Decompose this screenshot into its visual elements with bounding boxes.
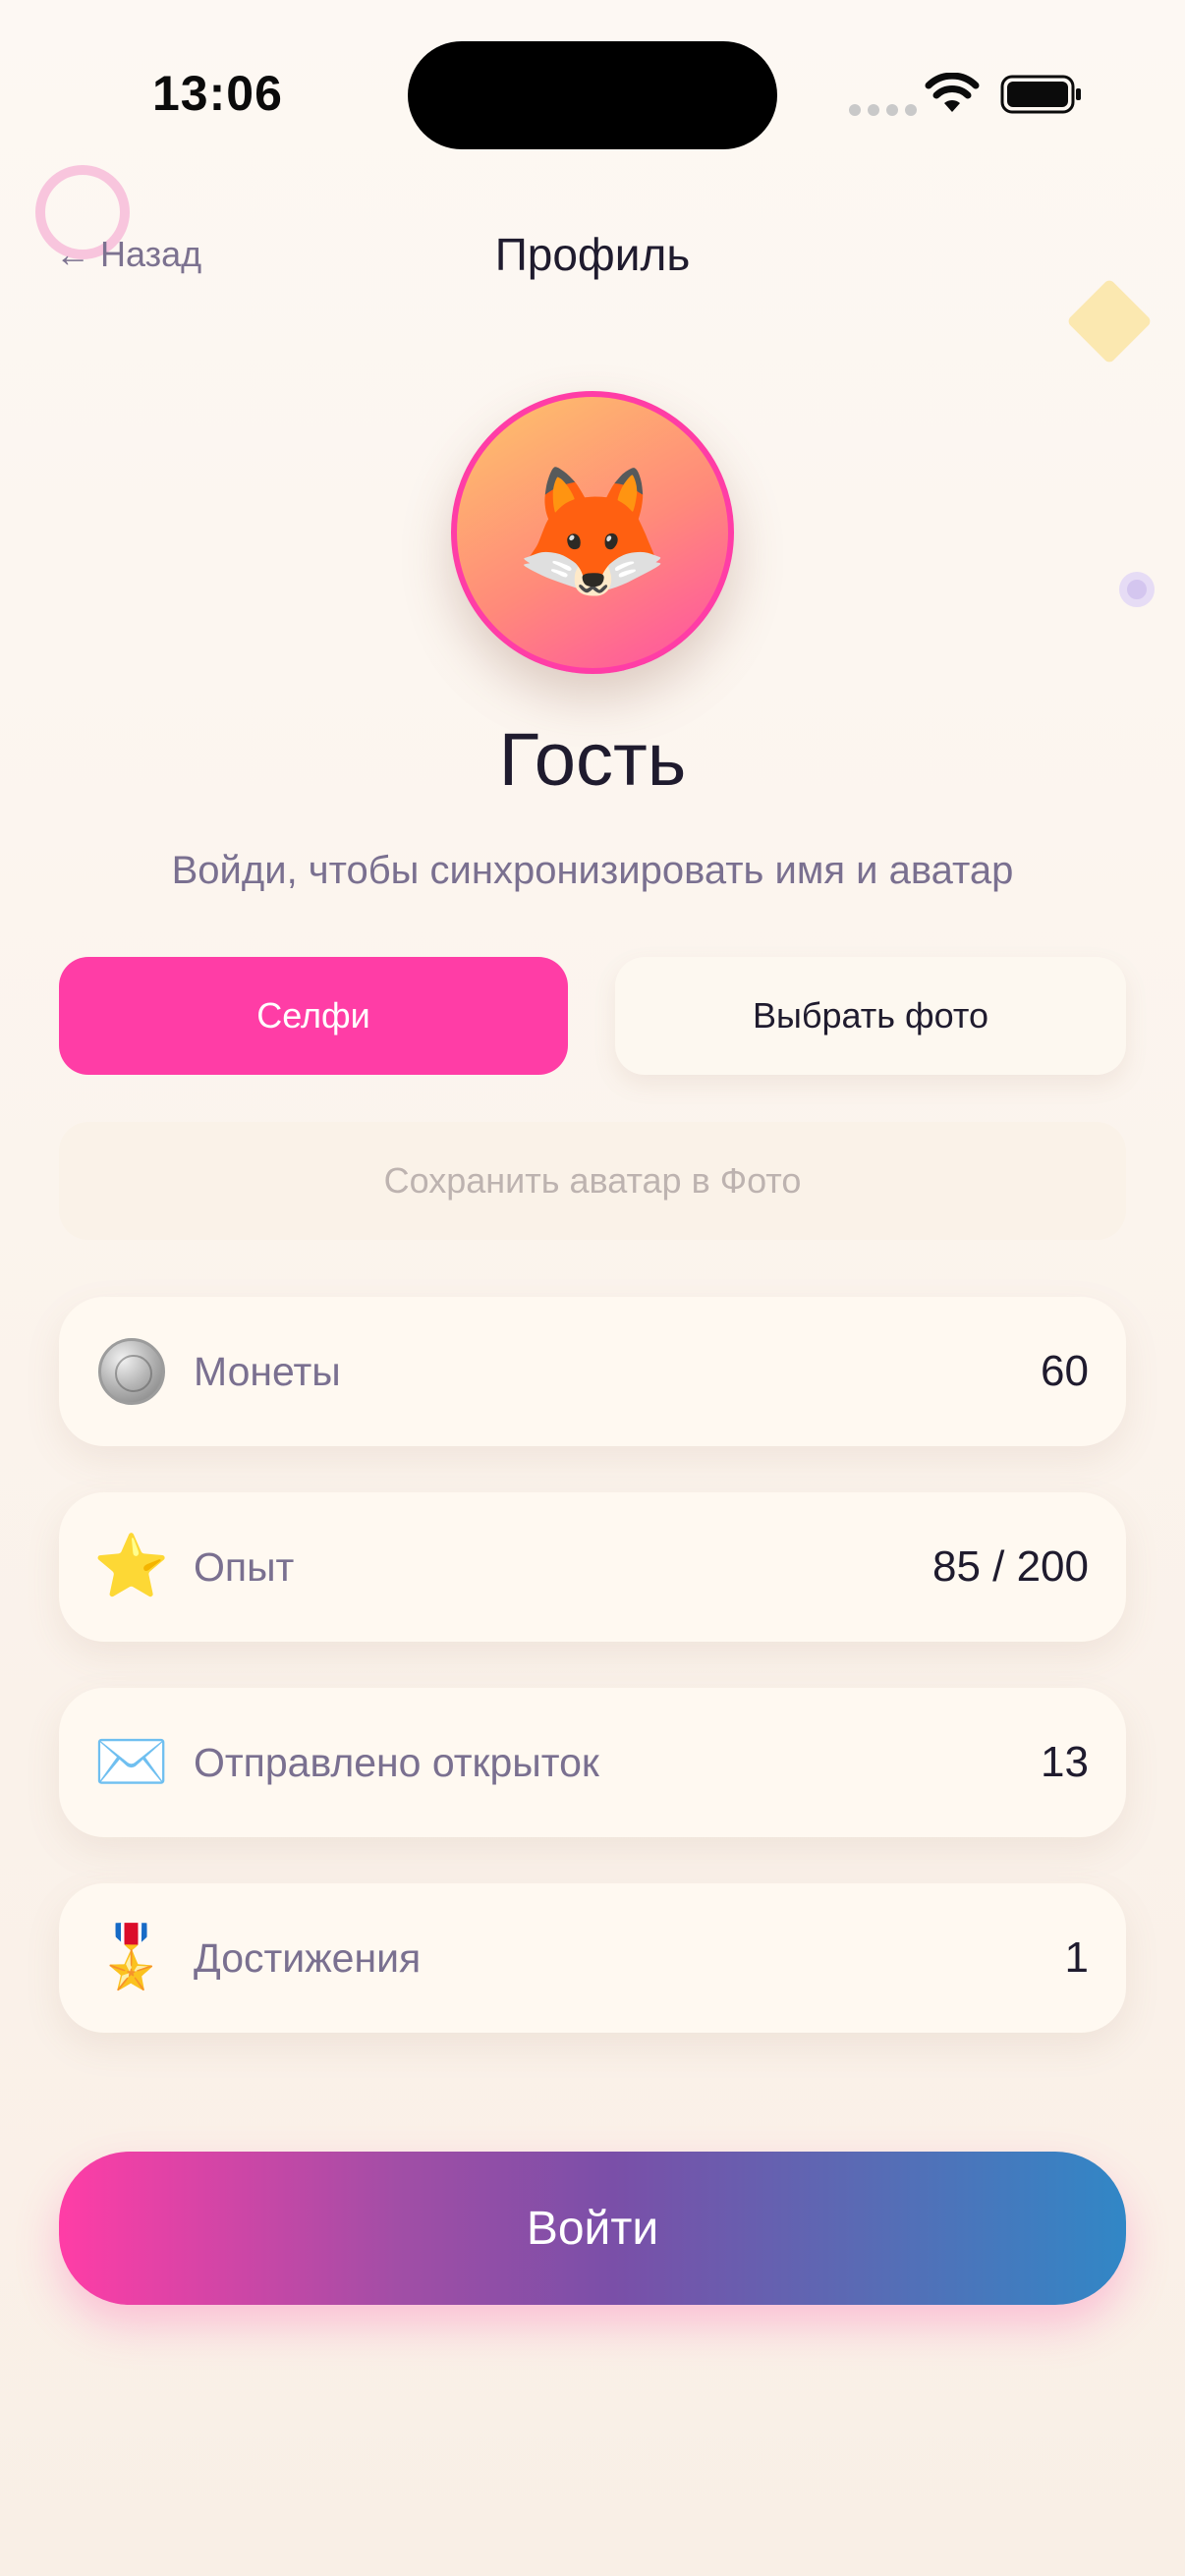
wifi-icon — [925, 73, 980, 112]
battery-icon — [1000, 75, 1081, 114]
stat-value: 60 — [1041, 1347, 1089, 1395]
stat-value: 1 — [1064, 1933, 1089, 1982]
decorative-dot — [1119, 572, 1155, 607]
stat-label: Отправлено открыток — [194, 1740, 599, 1785]
status-bar: 13:06 — [0, 0, 1185, 196]
selfie-button[interactable]: Селфи — [59, 957, 568, 1075]
choose-photo-button[interactable]: Выбрать фото — [615, 957, 1126, 1075]
stat-value: 85 / 200 — [931, 1542, 1089, 1591]
medal-icon: 🎖️ — [93, 1924, 170, 1991]
star-icon: ⭐ — [93, 1533, 170, 1600]
decorative-diamond — [1066, 278, 1153, 364]
fox-icon: 🦊 — [514, 462, 671, 602]
login-button[interactable]: Войти — [59, 2152, 1126, 2305]
stat-value: 13 — [1041, 1738, 1089, 1786]
profile-subtitle: Войди, чтобы синхронизировать имя и ават… — [171, 849, 1014, 892]
profile-name: Гость — [498, 718, 687, 802]
coin-icon — [96, 1336, 167, 1407]
page-title: Профиль — [494, 229, 691, 280]
dynamic-island — [408, 41, 777, 149]
stat-card-cards-sent: ✉️ Отправлено открыток 13 — [59, 1688, 1126, 1837]
stat-label: Достижения — [194, 1935, 422, 1981]
stat-card-experience: ⭐ Опыт 85 / 200 — [59, 1492, 1126, 1642]
save-avatar-button: Сохранить аватар в Фото — [59, 1122, 1126, 1240]
cellular-signal-icon — [849, 104, 917, 116]
stat-label: Опыт — [194, 1544, 295, 1590]
envelope-icon: ✉️ — [93, 1728, 170, 1796]
stat-label: Монеты — [194, 1349, 341, 1394]
stat-card-coins: Монеты 60 — [59, 1297, 1126, 1446]
stat-card-achievements: 🎖️ Достижения 1 — [59, 1883, 1126, 2033]
avatar[interactable]: 🦊 — [451, 391, 734, 674]
status-time: 13:06 — [152, 66, 283, 121]
